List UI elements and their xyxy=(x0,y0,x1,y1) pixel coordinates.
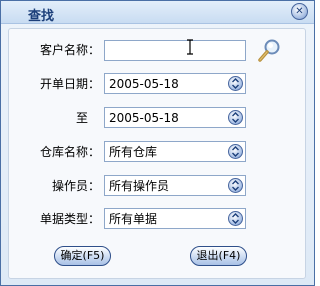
customer-field[interactable] xyxy=(104,40,246,61)
doc-type-select[interactable]: 所有单据 xyxy=(104,208,246,229)
operator-label: 操作员： xyxy=(51,179,100,193)
operator-value: 所有操作员 xyxy=(109,179,170,193)
to-date-dropdown-button[interactable] xyxy=(228,110,243,125)
doc-type-dropdown-button[interactable] xyxy=(228,211,243,226)
exit-button[interactable]: 退出(F4) xyxy=(190,246,247,266)
operator-dropdown-button[interactable] xyxy=(228,178,243,193)
open-date-dropdown-button[interactable] xyxy=(228,76,243,91)
doc-type-value: 所有单据 xyxy=(109,212,158,226)
chevron-updown-icon xyxy=(232,213,239,224)
customer-label: 客户名称： xyxy=(39,43,100,57)
open-date-select[interactable]: 2005-05-18 xyxy=(104,73,246,94)
customer-input[interactable] xyxy=(105,41,229,60)
dialog-title: 查找 xyxy=(28,9,55,24)
chevron-updown-icon xyxy=(232,180,239,191)
open-date-value: 2005-05-18 xyxy=(109,77,179,91)
ok-button[interactable]: 确定(F5) xyxy=(54,246,111,266)
title-bar: 查找 ✕ xyxy=(1,1,314,24)
to-date-label: 至 xyxy=(75,111,88,125)
warehouse-value: 所有仓库 xyxy=(109,145,158,159)
close-button[interactable]: ✕ xyxy=(291,3,308,20)
open-date-label: 开单日期： xyxy=(39,77,100,91)
to-date-select[interactable]: 2005-05-18 xyxy=(104,107,246,128)
warehouse-select[interactable]: 所有仓库 xyxy=(104,141,246,162)
chevron-updown-icon xyxy=(232,112,239,123)
doc-type-label: 单据类型： xyxy=(39,212,100,226)
magnifier-icon[interactable] xyxy=(255,38,283,64)
warehouse-label: 仓库名称： xyxy=(39,145,100,159)
to-date-value: 2005-05-18 xyxy=(109,111,179,125)
warehouse-dropdown-button[interactable] xyxy=(228,144,243,159)
close-icon: ✕ xyxy=(295,6,304,17)
text-cursor-icon xyxy=(187,39,193,55)
chevron-updown-icon xyxy=(232,78,239,89)
operator-select[interactable]: 所有操作员 xyxy=(104,175,246,196)
chevron-updown-icon xyxy=(232,146,239,157)
